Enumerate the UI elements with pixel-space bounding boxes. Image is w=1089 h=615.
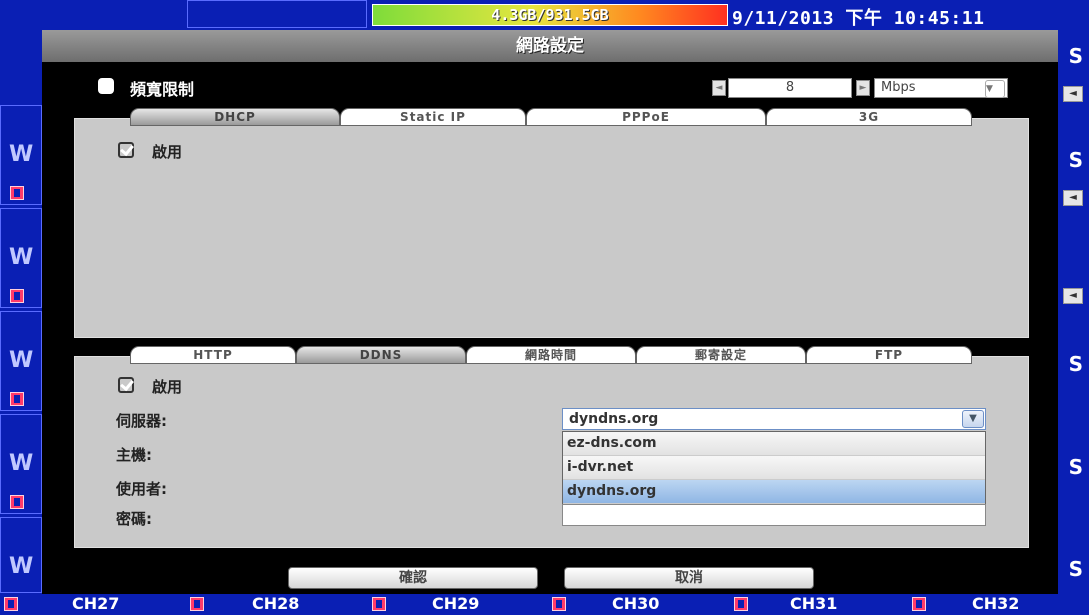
- tab-ftp[interactable]: FTP: [806, 346, 972, 364]
- tab-network-time[interactable]: 網路時間: [466, 346, 636, 364]
- password-input[interactable]: [562, 504, 986, 526]
- ddns-enable-checkbox[interactable]: [118, 377, 134, 393]
- camera-placeholder-glyph: W: [9, 348, 34, 373]
- tab-http[interactable]: HTTP: [130, 346, 296, 364]
- option-dyndns[interactable]: dyndns.org: [563, 480, 985, 504]
- ddns-server-selected: dyndns.org: [569, 411, 659, 427]
- ok-button[interactable]: 確認: [288, 567, 538, 589]
- tab-pppoe[interactable]: PPPoE: [526, 108, 766, 126]
- channel-label: CH29: [432, 594, 480, 613]
- bandwidth-value[interactable]: 8: [728, 78, 852, 98]
- channel-label: CH30: [612, 594, 660, 613]
- dhcp-enable-checkbox[interactable]: [118, 142, 134, 158]
- host-label: 主機:: [116, 446, 152, 464]
- ampm-text: 下午: [845, 8, 883, 29]
- channel-label: CH31: [790, 594, 838, 613]
- datetime-display: 9/11/2013 下午 10:45:11: [732, 4, 984, 30]
- speaker-icon[interactable]: ◄: [1063, 288, 1083, 304]
- status-s-icon: S: [1068, 455, 1083, 479]
- ddns-server-options: ez-dns.com i-dvr.net dyndns.org: [562, 431, 986, 505]
- hdd-usage-bar: 4.3GB/931.5GB: [372, 4, 728, 26]
- record-film-icon: [10, 289, 24, 303]
- record-film-icon: [372, 597, 386, 611]
- hdd-usage-text: 4.3GB/931.5GB: [491, 6, 609, 24]
- bandwidth-limit-label: 頻寬限制: [130, 80, 195, 99]
- tab-static-ip[interactable]: Static IP: [340, 108, 526, 126]
- time-text: 10:45:11: [893, 8, 985, 29]
- speaker-icon[interactable]: ◄: [1063, 190, 1083, 206]
- ddns-enable-label: 啟用: [152, 378, 183, 396]
- status-s-icon: S: [1068, 148, 1083, 172]
- channel-label: CH32: [972, 594, 1020, 613]
- server-label: 伺服器:: [116, 412, 167, 430]
- bandwidth-unit-select[interactable]: Mbps ▼: [874, 78, 1008, 98]
- camera-placeholder-glyph: W: [9, 554, 34, 579]
- connection-tabs: DHCP Static IP PPPoE 3G: [130, 108, 972, 126]
- dhcp-enable-label: 啟用: [152, 143, 183, 161]
- record-film-icon: [912, 597, 926, 611]
- service-tabs: HTTP DDNS 網路時間 郵寄設定 FTP: [130, 346, 972, 364]
- record-film-icon: [10, 392, 24, 406]
- status-s-icon: S: [1068, 44, 1083, 68]
- tab-3g[interactable]: 3G: [766, 108, 972, 126]
- record-film-icon: [190, 597, 204, 611]
- chevron-down-icon[interactable]: ▼: [962, 410, 984, 428]
- password-label: 密碼:: [116, 510, 152, 528]
- status-s-icon: S: [1068, 557, 1083, 581]
- camera-cell-left-5: W: [0, 517, 42, 593]
- chevron-down-icon: ▼: [985, 80, 1005, 98]
- camera-cell-top: [187, 0, 367, 28]
- connection-panel: [74, 118, 1029, 338]
- bandwidth-limit-checkbox[interactable]: [98, 78, 114, 94]
- camera-placeholder-glyph: W: [9, 451, 34, 476]
- record-film-icon: [734, 597, 748, 611]
- record-film-icon: [4, 597, 18, 611]
- channel-label: CH28: [252, 594, 300, 613]
- record-film-icon: [552, 597, 566, 611]
- record-film-icon: [10, 495, 24, 509]
- camera-placeholder-glyph: W: [9, 142, 34, 167]
- record-film-icon: [10, 186, 24, 200]
- tab-ddns[interactable]: DDNS: [296, 346, 466, 364]
- status-s-icon: S: [1068, 352, 1083, 376]
- user-label: 使用者:: [116, 480, 167, 498]
- camera-placeholder-glyph: W: [9, 245, 34, 270]
- tab-email-settings[interactable]: 郵寄設定: [636, 346, 806, 364]
- option-ez-dns[interactable]: ez-dns.com: [563, 432, 985, 456]
- network-settings-dialog: 網路設定 頻寬限制 ◄ 8 ► Mbps ▼ DHCP Static IP PP…: [42, 30, 1058, 594]
- date-text: 9/11/2013: [732, 8, 835, 29]
- option-i-dvr[interactable]: i-dvr.net: [563, 456, 985, 480]
- bandwidth-unit-text: Mbps: [881, 80, 916, 95]
- speaker-icon[interactable]: ◄: [1063, 86, 1083, 102]
- cancel-button[interactable]: 取消: [564, 567, 814, 589]
- bandwidth-increase-button[interactable]: ►: [856, 80, 870, 96]
- tab-dhcp[interactable]: DHCP: [130, 108, 340, 126]
- ddns-server-select[interactable]: dyndns.org: [562, 408, 986, 430]
- bandwidth-decrease-button[interactable]: ◄: [712, 80, 726, 96]
- dialog-title: 網路設定: [42, 30, 1058, 62]
- channel-label: CH27: [72, 594, 120, 613]
